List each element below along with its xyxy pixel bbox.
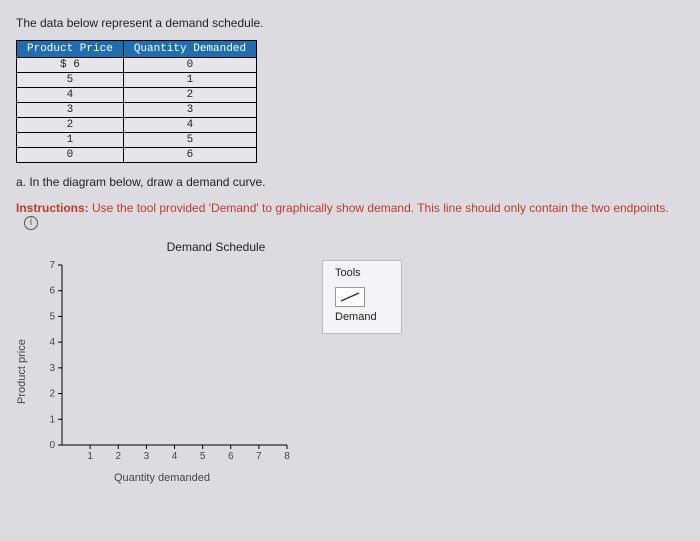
svg-text:1: 1	[87, 451, 93, 462]
table-row: 33	[17, 103, 257, 118]
cell-price: 0	[17, 148, 124, 163]
cell-price: 2	[17, 118, 124, 133]
svg-text:3: 3	[49, 363, 55, 374]
cell-price: 5	[17, 73, 124, 88]
svg-text:8: 8	[284, 451, 290, 462]
svg-text:7: 7	[256, 451, 262, 462]
cell-qty: 6	[123, 148, 256, 163]
svg-text:5: 5	[49, 311, 55, 322]
intro-text: The data below represent a demand schedu…	[16, 16, 684, 30]
svg-text:6: 6	[228, 451, 234, 462]
svg-text:1: 1	[49, 414, 55, 425]
tool-line-icon[interactable]	[335, 287, 365, 307]
cell-qty: 1	[123, 73, 256, 88]
chart-title: Demand Schedule	[56, 240, 376, 254]
svg-text:7: 7	[49, 260, 55, 271]
svg-text:3: 3	[144, 451, 150, 462]
info-icon[interactable]: i	[24, 216, 38, 230]
chart-canvas[interactable]: 0 1 2 3 4 5 6 7 1 2 3 4 5 6 7 8	[32, 260, 292, 470]
demand-schedule-table: Product Price Quantity Demanded $ 605142…	[16, 40, 257, 163]
tool-demand-label[interactable]: Demand	[335, 311, 389, 323]
cell-price: $ 6	[17, 58, 124, 73]
table-row: 42	[17, 88, 257, 103]
svg-text:5: 5	[200, 451, 206, 462]
part-a-text: a. In the diagram below, draw a demand c…	[16, 175, 684, 189]
svg-text:0: 0	[49, 440, 55, 451]
instructions-text: Use the tool provided 'Demand' to graphi…	[89, 201, 669, 215]
cell-price: 4	[17, 88, 124, 103]
svg-text:6: 6	[49, 286, 55, 297]
cell-qty: 3	[123, 103, 256, 118]
col-header-price: Product Price	[17, 41, 124, 58]
svg-text:4: 4	[49, 337, 55, 348]
table-row: $ 60	[17, 58, 257, 73]
svg-text:2: 2	[49, 388, 55, 399]
cell-qty: 0	[123, 58, 256, 73]
x-axis-label: Quantity demanded	[32, 472, 292, 484]
cell-qty: 4	[123, 118, 256, 133]
table-row: 06	[17, 148, 257, 163]
chart-area[interactable]: Product price 0 1 2 3 4 5 6 7 1 2 3 4 5 6 7 8 Quantity …	[16, 260, 292, 484]
svg-text:2: 2	[115, 451, 121, 462]
cell-price: 3	[17, 103, 124, 118]
cell-qty: 2	[123, 88, 256, 103]
instructions-label: Instructions:	[16, 201, 89, 215]
y-axis-label: Product price	[16, 260, 28, 484]
col-header-qty: Quantity Demanded	[123, 41, 256, 58]
tools-header: Tools	[335, 267, 389, 279]
table-row: 51	[17, 73, 257, 88]
svg-text:4: 4	[172, 451, 178, 462]
cell-qty: 5	[123, 133, 256, 148]
table-row: 15	[17, 133, 257, 148]
table-row: 24	[17, 118, 257, 133]
cell-price: 1	[17, 133, 124, 148]
tools-panel: Tools Demand	[322, 260, 402, 334]
